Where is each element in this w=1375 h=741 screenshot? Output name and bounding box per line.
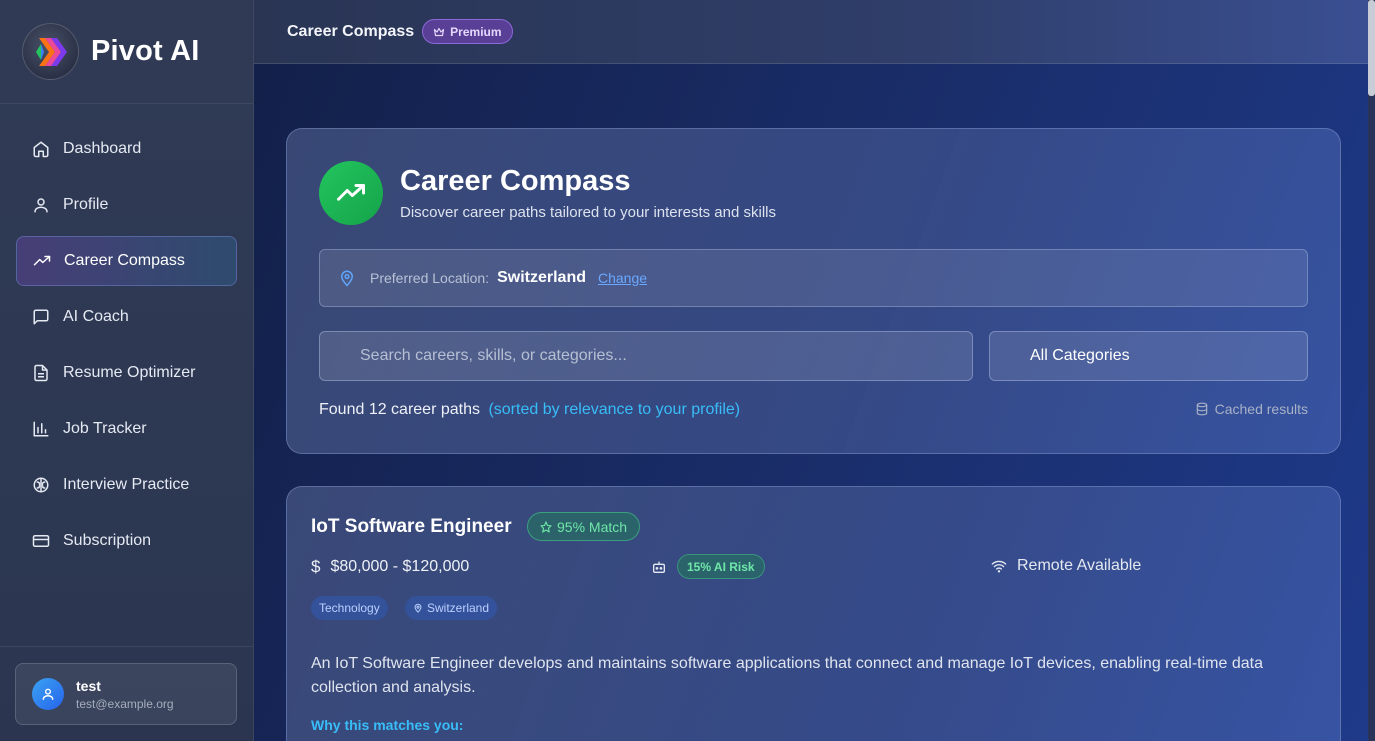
- sidebar-item-ai-coach[interactable]: AI Coach: [16, 292, 237, 342]
- scrollbar-thumb[interactable]: [1368, 0, 1375, 96]
- trending-up-icon: [33, 252, 51, 270]
- ai-risk-badge: 15% AI Risk: [677, 554, 765, 579]
- avatar: [32, 678, 64, 710]
- category-select-value: All Categories: [1030, 347, 1130, 364]
- location-tag: Switzerland: [405, 596, 498, 620]
- category-select[interactable]: All Categories: [989, 331, 1308, 381]
- page-title: Career Compass: [287, 22, 415, 40]
- brain-icon: [32, 476, 50, 494]
- star-icon: [540, 520, 552, 533]
- search-input[interactable]: [319, 331, 973, 381]
- home-icon: [32, 140, 50, 158]
- user-email: test@example.org: [76, 696, 174, 711]
- user-card[interactable]: test test@example.org: [15, 663, 237, 725]
- wifi-icon: [991, 560, 1007, 573]
- bot-icon: [653, 561, 665, 573]
- dollar-icon: $: [311, 557, 321, 576]
- map-pin-icon: [414, 603, 422, 613]
- hero-subtitle: Discover career paths tailored to your i…: [400, 204, 776, 221]
- results-sorted-note: (sorted by relevance to your profile): [488, 401, 741, 418]
- sidebar: Pivot AI Dashboard Profile Career Compas…: [0, 0, 254, 741]
- why-matches-heading: Why this matches you:: [311, 717, 464, 733]
- sidebar-item-label: Career Compass: [64, 252, 185, 269]
- sidebar-item-label: Subscription: [63, 532, 152, 549]
- sidebar-item-label: Profile: [63, 196, 109, 213]
- top-bar: Career Compass Premium: [254, 0, 1368, 64]
- remote-availability: Remote Available: [991, 557, 1141, 575]
- sidebar-item-label: AI Coach: [63, 308, 129, 325]
- database-icon: [1196, 402, 1207, 416]
- salary-range: $ $80,000 - $120,000: [311, 557, 469, 577]
- bar-chart-icon: [32, 420, 50, 438]
- file-text-icon: [32, 364, 50, 382]
- location-value: Switzerland: [497, 269, 586, 286]
- location-bar: Preferred Location: Switzerland Change: [319, 249, 1308, 307]
- change-location-link[interactable]: Change: [598, 270, 647, 286]
- crown-icon: [434, 27, 445, 36]
- user-icon: [32, 196, 50, 214]
- app-name: Pivot AI: [91, 35, 200, 67]
- cached-label: Cached results: [1214, 401, 1308, 417]
- trending-up-icon: [319, 161, 383, 225]
- sidebar-item-resume-optimizer[interactable]: Resume Optimizer: [16, 348, 237, 398]
- premium-badge: Premium: [422, 19, 513, 44]
- sidebar-item-subscription[interactable]: Subscription: [16, 516, 237, 566]
- results-found-text: Found 12 career paths: [319, 401, 480, 418]
- credit-card-icon: [32, 532, 50, 550]
- cached-indicator: Cached results: [1195, 401, 1308, 417]
- sidebar-item-profile[interactable]: Profile: [16, 180, 237, 230]
- salary-value: $80,000 - $120,000: [330, 558, 470, 575]
- sidebar-item-label: Interview Practice: [63, 476, 190, 493]
- sidebar-item-label: Job Tracker: [63, 420, 147, 437]
- sidebar-item-job-tracker[interactable]: Job Tracker: [16, 404, 237, 454]
- sidebar-nav: Dashboard Profile Career Compass AI Coac…: [0, 104, 253, 566]
- logo-icon: [22, 23, 79, 80]
- hero-title: Career Compass: [400, 165, 631, 197]
- user-info: test test@example.org: [76, 678, 174, 711]
- location-tag-label: Switzerland: [427, 601, 490, 615]
- user-icon: [42, 688, 54, 700]
- career-description: An IoT Software Engineer develops and ma…: [311, 655, 1263, 696]
- career-compass-panel: Career Compass Discover career paths tai…: [286, 128, 1341, 454]
- career-card[interactable]: IoT Software Engineer 95% Match $ $80,00…: [286, 486, 1341, 741]
- category-tag: Technology: [311, 596, 388, 620]
- match-badge: 95% Match: [527, 512, 641, 541]
- sidebar-item-interview-practice[interactable]: Interview Practice: [16, 460, 237, 510]
- sidebar-item-label: Dashboard: [63, 140, 142, 157]
- results-count: Found 12 career paths (sorted by relevan…: [319, 401, 740, 419]
- premium-label: Premium: [450, 24, 502, 39]
- map-pin-icon: [340, 270, 354, 287]
- sidebar-item-dashboard[interactable]: Dashboard: [16, 124, 237, 174]
- scrollbar[interactable]: [1368, 0, 1375, 741]
- remote-label: Remote Available: [1017, 557, 1142, 574]
- message-square-icon: [32, 308, 50, 326]
- career-title: IoT Software Engineer: [311, 516, 512, 537]
- location-label: Preferred Location:: [370, 270, 490, 286]
- match-label: 95% Match: [557, 518, 628, 535]
- sidebar-footer: test test@example.org: [0, 646, 253, 741]
- brand: Pivot AI: [0, 0, 253, 104]
- user-name: test: [76, 677, 101, 694]
- sidebar-item-label: Resume Optimizer: [63, 364, 196, 381]
- sidebar-item-career-compass[interactable]: Career Compass: [16, 236, 237, 286]
- ai-risk: 15% AI Risk: [651, 554, 765, 579]
